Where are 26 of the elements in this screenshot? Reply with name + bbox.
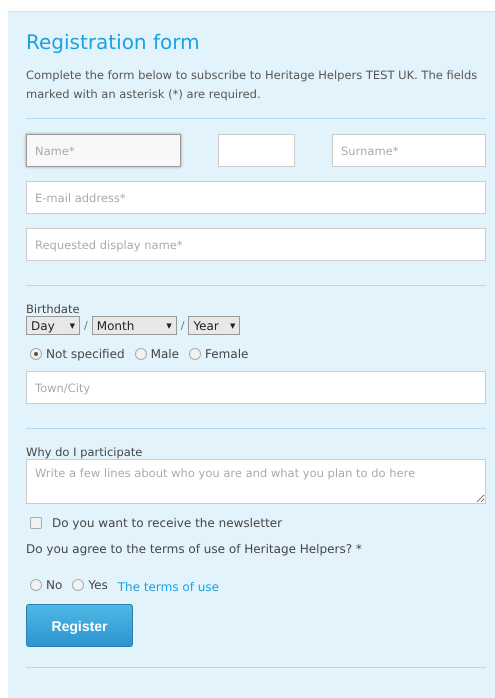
date-separator: / [180, 319, 184, 332]
participate-textarea[interactable]: Write a few lines about who you are and what you plan to do here [26, 459, 486, 504]
radio-button[interactable] [72, 579, 84, 591]
radio-button[interactable] [30, 348, 42, 360]
date-separator: / [84, 319, 88, 332]
name-input[interactable]: Name* [26, 134, 181, 167]
radio-label: Male [150, 347, 180, 361]
input-field[interactable] [218, 134, 295, 167]
newsletter-checkbox[interactable] [30, 517, 42, 529]
radio-button[interactable] [189, 348, 202, 360]
form-intro: Complete the form below to subscribe to Heritage Helpers TEST UK. The fields marked with an asterisk (*) are required. [26, 67, 478, 103]
birthdate-label: Birthdate [26, 302, 81, 316]
radio-label: Female [205, 347, 248, 361]
name-input[interactable]: Surname* [332, 134, 486, 167]
display-name-input[interactable]: Requested display name* [26, 228, 486, 261]
terms-question: Do you agree to the terms of use of Heritage Helpers? * [26, 542, 363, 556]
radio-label: Yes [88, 578, 108, 592]
participate-label: Why do I participate [26, 445, 144, 459]
town-input[interactable]: Town/City [26, 371, 486, 404]
radio-label: No [46, 578, 62, 592]
form-title: Registration form [26, 30, 201, 54]
checkbox-label: Do you want to receive the newsletter [52, 516, 282, 530]
email-input[interactable]: E-mail address* [26, 181, 486, 214]
radio-label: Not specified [46, 347, 125, 361]
radio-button[interactable] [30, 579, 42, 591]
radio-button[interactable] [134, 348, 147, 360]
